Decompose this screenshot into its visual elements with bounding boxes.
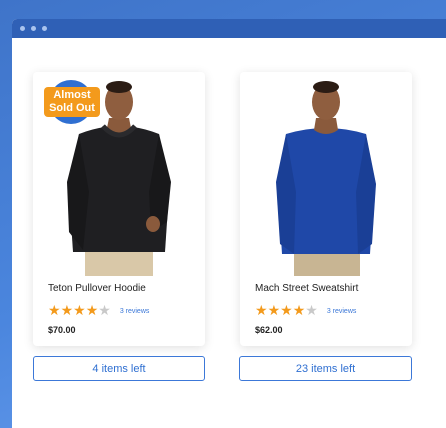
star-filled-icon: ★	[48, 302, 61, 318]
product-name[interactable]: Mach Street Sweatshirt	[255, 283, 358, 294]
product-price: $62.00	[255, 325, 283, 335]
star-filled-icon: ★	[60, 302, 74, 318]
star-filled-icon: ★	[73, 302, 86, 318]
star-empty-icon: ★	[98, 302, 111, 318]
star-filled-icon: ★	[85, 302, 99, 318]
product-image-sweatshirt[interactable]	[240, 72, 412, 276]
window-titlebar	[12, 19, 446, 38]
product-price: $70.00	[48, 325, 76, 335]
reviews-link[interactable]: 3 reviews	[120, 308, 150, 315]
star-filled-icon: ★	[267, 302, 281, 318]
stock-left-button[interactable]: 23 items left	[239, 356, 412, 381]
browser-window: Almost Sold Out Teton Pullover Hoodie ★ …	[12, 19, 446, 428]
star-filled-icon: ★	[255, 302, 268, 318]
reviews-link[interactable]: 3 reviews	[327, 308, 357, 315]
window-control-dot-icon[interactable]	[31, 26, 36, 31]
product-card-mach-street-sweatshirt[interactable]: Mach Street Sweatshirt ★ ★ ★ ★ ★ 3 revie…	[240, 72, 412, 346]
almost-sold-out-badge: Almost Sold Out	[44, 80, 100, 128]
window-control-dot-icon[interactable]	[20, 26, 25, 31]
badge-text-line1: Almost	[53, 89, 91, 101]
star-empty-icon: ★	[305, 302, 318, 318]
product-card-teton-pullover-hoodie[interactable]: Almost Sold Out Teton Pullover Hoodie ★ …	[33, 72, 205, 346]
product-rating: ★ ★ ★ ★ ★ 3 reviews	[48, 303, 149, 317]
star-filled-icon: ★	[292, 302, 306, 318]
product-rating: ★ ★ ★ ★ ★ 3 reviews	[255, 303, 356, 317]
badge-text-line2: Sold Out	[49, 102, 95, 114]
stock-left-button[interactable]: 4 items left	[33, 356, 205, 381]
star-filled-icon: ★	[280, 302, 293, 318]
product-name[interactable]: Teton Pullover Hoodie	[48, 283, 146, 294]
window-control-dot-icon[interactable]	[42, 26, 47, 31]
